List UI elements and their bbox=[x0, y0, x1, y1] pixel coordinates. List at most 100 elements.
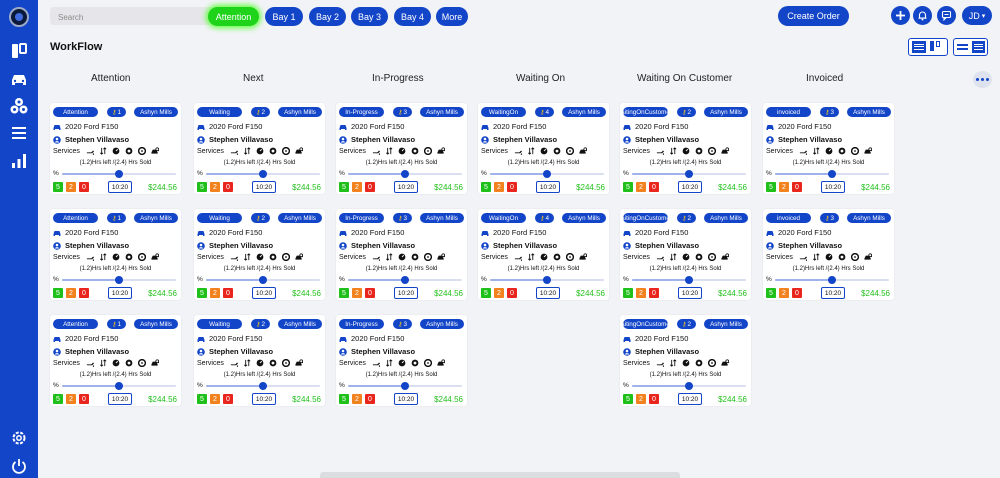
location-badge[interactable]: Ashyn Mills bbox=[847, 213, 891, 223]
tire-icon[interactable] bbox=[707, 147, 716, 155]
customer-name[interactable]: Stephen Villavaso bbox=[65, 135, 129, 144]
tire-icon[interactable] bbox=[423, 147, 432, 155]
progress-slider[interactable] bbox=[490, 170, 604, 178]
progress-slider[interactable] bbox=[775, 170, 889, 178]
swap-arrows-icon[interactable] bbox=[385, 253, 393, 261]
progress-slider[interactable] bbox=[206, 382, 320, 390]
swap-arrows-icon[interactable] bbox=[812, 147, 820, 155]
progress-slider[interactable] bbox=[62, 276, 176, 284]
count-green[interactable]: 5 bbox=[53, 394, 63, 404]
bay-badge[interactable]: ⚷ 2 bbox=[677, 213, 696, 223]
status-badge[interactable]: In-Progress bbox=[339, 319, 384, 329]
count-orange[interactable]: 2 bbox=[636, 394, 646, 404]
list-icon[interactable] bbox=[9, 123, 29, 143]
car-inspect-icon[interactable] bbox=[151, 147, 159, 155]
gauge-icon[interactable] bbox=[398, 253, 406, 261]
bay-badge[interactable]: ⚷ 3 bbox=[820, 107, 839, 117]
location-badge[interactable]: Ashyn Mills bbox=[278, 213, 322, 223]
customer-name[interactable]: Stephen Villavaso bbox=[635, 347, 699, 356]
wheel-icon[interactable] bbox=[695, 253, 703, 261]
customer-name[interactable]: Stephen Villavaso bbox=[493, 135, 557, 144]
slider-handle[interactable] bbox=[685, 276, 693, 284]
slider-handle[interactable] bbox=[115, 276, 123, 284]
count-red[interactable]: 0 bbox=[649, 394, 659, 404]
slider-handle[interactable] bbox=[259, 276, 267, 284]
count-red[interactable]: 0 bbox=[79, 394, 89, 404]
bay-badge[interactable]: ⚷ 3 bbox=[393, 213, 412, 223]
count-orange[interactable]: 2 bbox=[210, 182, 220, 192]
order-card[interactable]: Waiting ⚷ 2 Ashyn Mills 2020 Ford F150 S… bbox=[194, 103, 325, 194]
wheel-icon[interactable] bbox=[125, 359, 133, 367]
bay-badge[interactable]: ⚷ 3 bbox=[393, 107, 412, 117]
count-red[interactable]: 0 bbox=[223, 394, 233, 404]
location-badge[interactable]: Ashyn Mills bbox=[420, 319, 464, 329]
order-card[interactable]: invoiced ⚷ 3 Ashyn Mills 2020 Ford F150 … bbox=[763, 103, 894, 194]
progress-slider[interactable] bbox=[348, 276, 462, 284]
count-orange[interactable]: 2 bbox=[779, 288, 789, 298]
gauge-icon[interactable] bbox=[682, 253, 690, 261]
slider-handle[interactable] bbox=[115, 382, 123, 390]
progress-slider[interactable] bbox=[490, 276, 604, 284]
car-inspect-icon[interactable] bbox=[295, 147, 303, 155]
oil-can-icon[interactable] bbox=[372, 147, 380, 155]
count-orange[interactable]: 2 bbox=[66, 394, 76, 404]
status-badge[interactable]: Waiting bbox=[197, 319, 242, 329]
order-card[interactable]: aitingOnCustome ⚷ 2 Ashyn Mills 2020 For… bbox=[620, 315, 751, 406]
customer-name[interactable]: Stephen Villavaso bbox=[65, 241, 129, 250]
swap-arrows-icon[interactable] bbox=[243, 359, 251, 367]
time-field[interactable]: 10:20 bbox=[536, 287, 560, 299]
count-green[interactable]: 5 bbox=[339, 288, 349, 298]
bay-badge[interactable]: ⚷ 2 bbox=[251, 319, 270, 329]
slider-handle[interactable] bbox=[685, 170, 693, 178]
order-card[interactable]: WaitingOn ⚷ 4 Ashyn Mills 2020 Ford F150… bbox=[478, 103, 609, 194]
brand-logo[interactable] bbox=[9, 7, 29, 27]
car-inspect-icon[interactable] bbox=[864, 147, 872, 155]
customer-name[interactable]: Stephen Villavaso bbox=[209, 241, 273, 250]
count-orange[interactable]: 2 bbox=[779, 182, 789, 192]
tire-icon[interactable] bbox=[850, 253, 859, 261]
swap-arrows-icon[interactable] bbox=[385, 359, 393, 367]
progress-slider[interactable] bbox=[632, 170, 746, 178]
count-red[interactable]: 0 bbox=[792, 182, 802, 192]
location-badge[interactable]: Ashyn Mills bbox=[562, 107, 606, 117]
customer-name[interactable]: Stephen Villavaso bbox=[778, 241, 842, 250]
status-badge[interactable]: In-Progress bbox=[339, 107, 384, 117]
time-field[interactable]: 10:20 bbox=[394, 287, 418, 299]
count-green[interactable]: 5 bbox=[481, 182, 491, 192]
list-view-icon[interactable] bbox=[912, 41, 926, 53]
count-red[interactable]: 0 bbox=[365, 182, 375, 192]
bay-badge[interactable]: ⚷ 4 bbox=[535, 107, 554, 117]
count-orange[interactable]: 2 bbox=[636, 288, 646, 298]
wheel-icon[interactable] bbox=[125, 253, 133, 261]
car-inspect-icon[interactable] bbox=[437, 359, 445, 367]
count-green[interactable]: 5 bbox=[766, 288, 776, 298]
count-green[interactable]: 5 bbox=[339, 182, 349, 192]
compact-icon[interactable] bbox=[956, 44, 968, 50]
status-badge[interactable]: invoiced bbox=[766, 213, 811, 223]
swap-arrows-icon[interactable] bbox=[99, 147, 107, 155]
tire-icon[interactable] bbox=[707, 253, 716, 261]
oil-can-icon[interactable] bbox=[799, 147, 807, 155]
bay-badge[interactable]: ⚷ 1 bbox=[107, 107, 126, 117]
oil-can-icon[interactable] bbox=[656, 359, 664, 367]
oil-can-icon[interactable] bbox=[656, 147, 664, 155]
tire-icon[interactable] bbox=[565, 253, 574, 261]
car-inspect-icon[interactable] bbox=[721, 147, 729, 155]
slider-handle[interactable] bbox=[401, 170, 409, 178]
bay-badge[interactable]: ⚷ 2 bbox=[251, 107, 270, 117]
notifications-button[interactable] bbox=[913, 6, 932, 25]
count-green[interactable]: 5 bbox=[339, 394, 349, 404]
count-red[interactable]: 0 bbox=[507, 288, 517, 298]
customer-name[interactable]: Stephen Villavaso bbox=[351, 347, 415, 356]
bay-badge[interactable]: ⚷ 1 bbox=[107, 319, 126, 329]
count-green[interactable]: 5 bbox=[53, 182, 63, 192]
slider-handle[interactable] bbox=[115, 170, 123, 178]
oil-can-icon[interactable] bbox=[86, 253, 94, 261]
count-red[interactable]: 0 bbox=[507, 182, 517, 192]
location-badge[interactable]: Ashyn Mills bbox=[134, 107, 178, 117]
count-green[interactable]: 5 bbox=[197, 288, 207, 298]
location-badge[interactable]: Ashyn Mills bbox=[278, 107, 322, 117]
status-badge[interactable]: In-Progress bbox=[339, 213, 384, 223]
bay-badge[interactable]: ⚷ 1 bbox=[107, 213, 126, 223]
gauge-icon[interactable] bbox=[825, 147, 833, 155]
